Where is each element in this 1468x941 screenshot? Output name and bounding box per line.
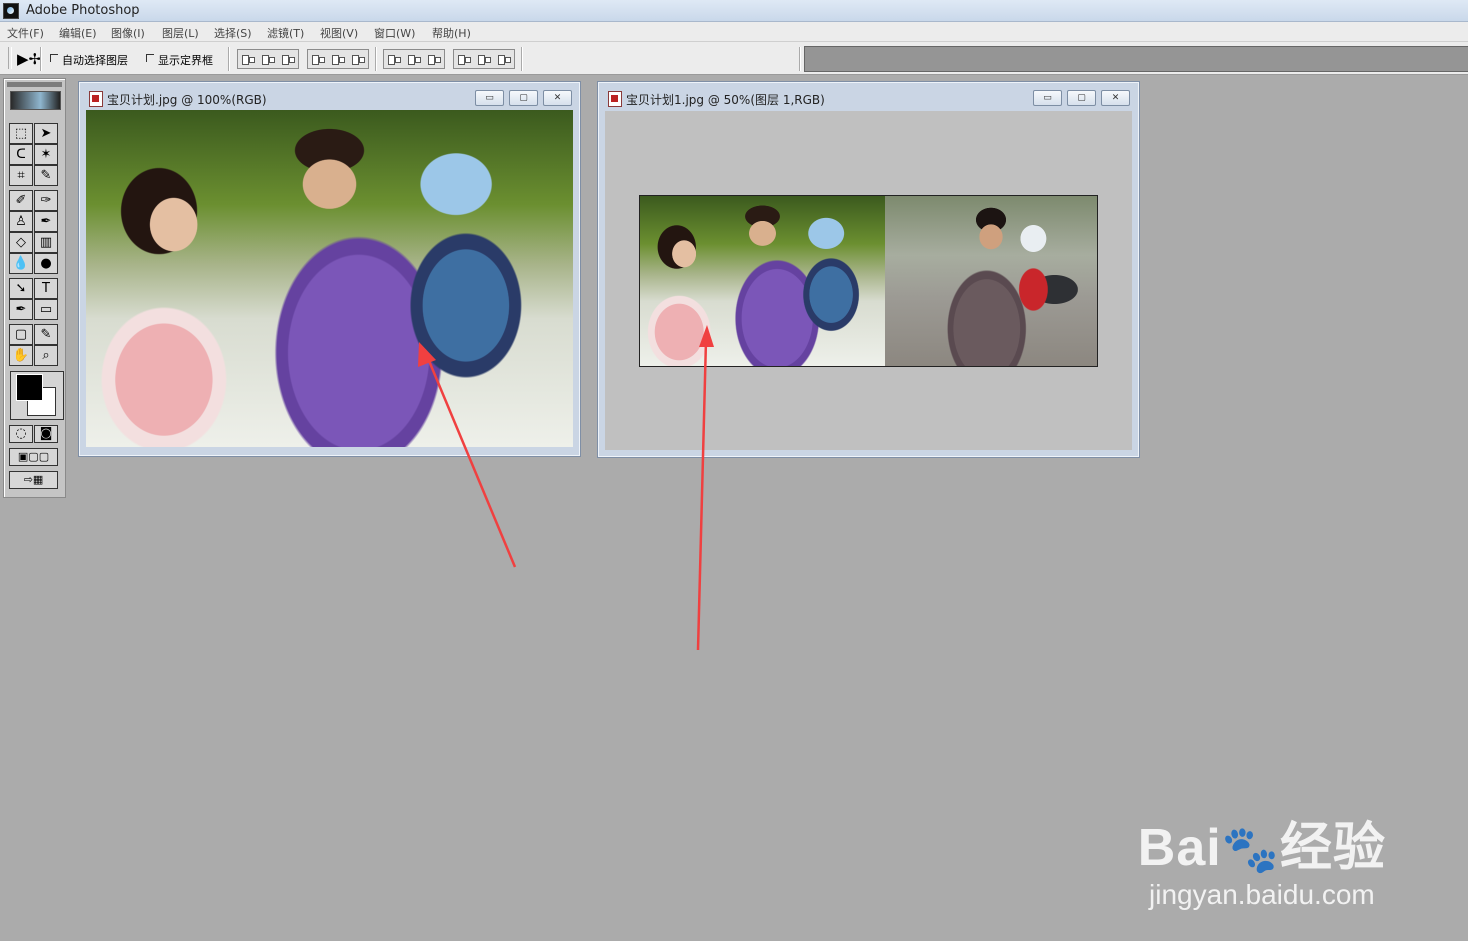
move-tool-icon[interactable]: ▶✢ [17,50,41,68]
slice-icon[interactable]: ✎ [34,165,58,186]
brush-icon[interactable]: ✑ [34,190,58,211]
divider [228,47,230,71]
shape-icon[interactable]: ▭ [34,299,58,320]
align-left-icon[interactable] [310,53,326,65]
menu-file[interactable]: 文件(F) [7,25,44,41]
photoshop-logo [10,91,61,110]
pen-icon[interactable]: ✒ [9,299,33,320]
menu-view[interactable]: 视图(V) [320,25,358,41]
eyedropper-icon[interactable]: ✎ [34,324,58,345]
notes-icon[interactable]: ▢ [9,324,33,345]
path-select-icon[interactable]: ➘ [9,278,33,299]
marquee-icon[interactable]: ⬚ [9,123,33,144]
minimize-button[interactable]: ▭ [475,90,504,106]
options-grip[interactable] [8,47,12,69]
screen-mode-icons[interactable]: ▣▢▢ [9,448,58,466]
divider [799,47,801,71]
document-title: 宝贝计划.jpg @ 100%(RGB) [107,93,267,107]
history-brush-icon[interactable]: ✒ [34,211,58,232]
menu-window[interactable]: 窗口(W) [374,25,415,41]
document-icon [608,91,622,107]
photoshop-app-icon [3,3,19,19]
document-window-1[interactable]: 宝贝计划.jpg @ 100%(RGB) ▭ ▢ ✕ [78,81,581,457]
watermark-url: jingyan.baidu.com [1149,879,1375,910]
blur-icon[interactable]: 💧 [9,253,33,274]
maximize-button[interactable]: ▢ [509,90,538,106]
distribute-left-icon[interactable] [456,53,472,65]
distribute-vertical-group [383,49,445,69]
clone-stamp-icon[interactable]: ♙ [9,211,33,232]
eraser-icon[interactable]: ◇ [9,232,33,253]
healing-icon[interactable]: ✐ [9,190,33,211]
watermark-brand-cn: 经验 [1279,819,1386,877]
paw-icon: 🐾 [1221,823,1280,875]
close-button[interactable]: ✕ [543,90,572,106]
auto-select-checkbox[interactable] [50,54,58,62]
jump-to-imageready-icon[interactable]: ⇨▦ [9,471,58,489]
watermark-brand: Bai [1137,819,1222,877]
align-vertical-group [237,49,299,69]
document-icon [89,91,103,107]
distribute-middle-icon[interactable] [406,53,422,65]
align-bottom-icon[interactable] [280,53,296,65]
document-window-2[interactable]: 宝贝计划1.jpg @ 50%(图层 1,RGB) ▭ ▢ ✕ [597,81,1140,458]
photo-left [640,196,885,366]
menu-filter[interactable]: 滤镜(T) [267,25,304,41]
align-top-icon[interactable] [240,53,256,65]
menu-bar: 文件(F) 编辑(E) 图像(I) 图层(L) 选择(S) 滤镜(T) 视图(V… [0,22,1468,42]
quick-mask-icon[interactable]: ◙ [34,425,58,443]
distribute-top-icon[interactable] [386,53,402,65]
hand-icon[interactable]: ✋ [9,345,33,366]
foreground-color-swatch[interactable] [16,374,43,401]
baidu-watermark: Bai🐾经验 jingyan.baidu.com [1138,820,1386,911]
document-canvas[interactable] [605,111,1132,450]
zoom-icon[interactable]: ⌕ [34,345,58,366]
toolbox: ⬚ ➤ ᑕ ✶ ⌗ ✎ ✐ ✑ ♙ ✒ ◇ ▥ 💧 ● ➘ T ✒ ▭ ▢ ✎ … [3,78,66,498]
document-title: 宝贝计划1.jpg @ 50%(图层 1,RGB) [626,93,825,107]
dodge-icon[interactable]: ● [34,253,58,274]
align-middle-icon[interactable] [260,53,276,65]
distribute-center-icon[interactable] [476,53,492,65]
distribute-horizontal-group [453,49,515,69]
distribute-bottom-icon[interactable] [426,53,442,65]
close-button[interactable]: ✕ [1101,90,1130,106]
document-canvas[interactable] [86,110,573,447]
auto-select-label: 自动选择图层 [62,54,128,67]
type-icon[interactable]: T [34,278,58,299]
lasso-icon[interactable]: ᑕ [9,144,33,165]
menu-layer[interactable]: 图层(L) [162,25,199,41]
combined-image [639,195,1098,367]
minimize-button[interactable]: ▭ [1033,90,1062,106]
divider [521,47,523,71]
align-right-icon[interactable] [350,53,366,65]
toolbox-drag-handle[interactable] [7,82,62,87]
palette-well[interactable] [804,46,1468,72]
menu-edit[interactable]: 编辑(E) [59,25,97,41]
align-horizontal-group [307,49,369,69]
standard-mode-icon[interactable]: ◌ [9,425,33,443]
show-bounds-checkbox[interactable] [146,54,154,62]
app-title: Adobe Photoshop [26,3,140,18]
menu-help[interactable]: 帮助(H) [432,25,471,41]
photo-right [885,196,1097,366]
menu-select[interactable]: 选择(S) [214,25,252,41]
divider [40,47,42,71]
maximize-button[interactable]: ▢ [1067,90,1096,106]
align-center-icon[interactable] [330,53,346,65]
gradient-icon[interactable]: ▥ [34,232,58,253]
distribute-right-icon[interactable] [496,53,512,65]
magic-wand-icon[interactable]: ✶ [34,144,58,165]
app-titlebar: Adobe Photoshop [0,0,1468,22]
crop-icon[interactable]: ⌗ [9,165,33,186]
move-icon[interactable]: ➤ [34,123,58,144]
show-bounds-label: 显示定界框 [158,54,213,67]
photo-image [86,110,573,447]
menu-image[interactable]: 图像(I) [111,25,145,41]
divider [375,47,377,71]
